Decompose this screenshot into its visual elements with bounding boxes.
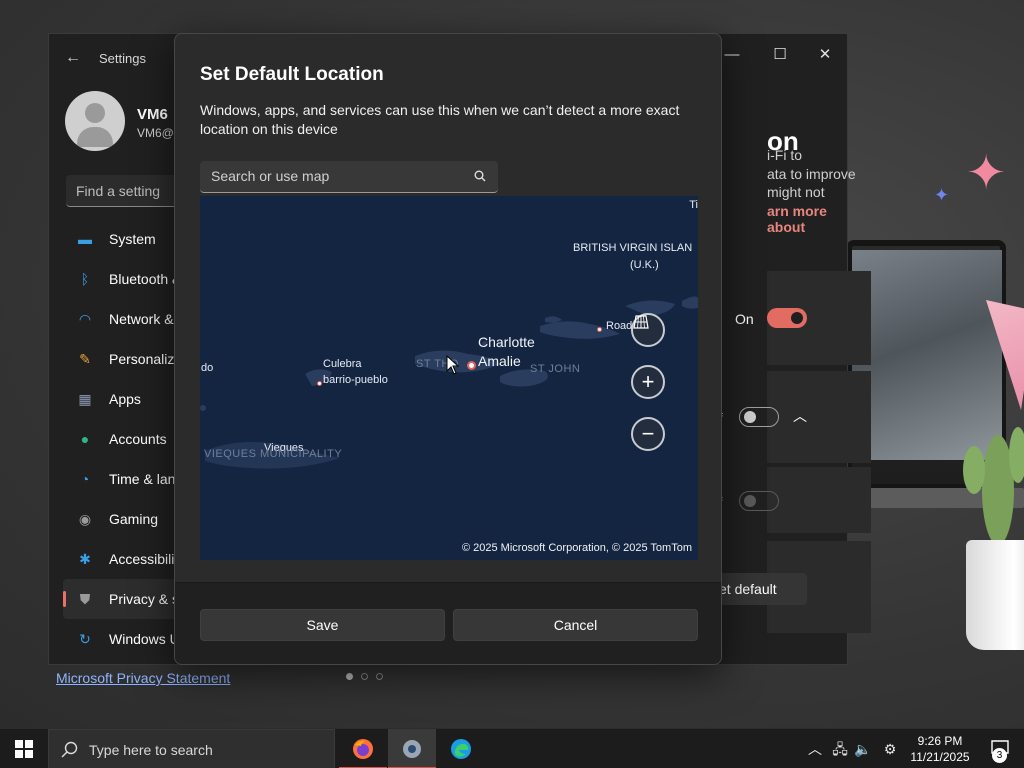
toggle-on-label: On: [735, 311, 754, 327]
road-town-pin: [597, 327, 602, 332]
globe-clock-icon: ◔: [80, 471, 90, 487]
firefox-icon: [353, 739, 373, 759]
wallpaper-pot: [966, 540, 1024, 650]
sparkle-icon: ✦: [966, 147, 1007, 200]
map-style-icon: [633, 315, 649, 329]
search-icon[interactable]: [474, 170, 486, 182]
taskbar-search-box[interactable]: Type here to search: [48, 729, 335, 768]
taskbar-clock[interactable]: 9:26 PM 11/21/2025: [900, 733, 980, 765]
settings-title: Settings: [99, 51, 146, 66]
sidebar-item-label: Network &: [109, 311, 174, 327]
avatar[interactable]: [65, 91, 125, 151]
description-line-2: ata to improve: [767, 166, 856, 182]
taskbar-search-placeholder: Type here to search: [89, 742, 213, 758]
back-arrow-icon[interactable]: ←: [63, 48, 83, 68]
sidebar-item-label: Time & lan: [109, 471, 176, 487]
desktop-apps-toggle: [739, 491, 779, 511]
location-pin: [467, 361, 476, 370]
map-label-uk: (U.K.): [630, 259, 659, 271]
map-label-amalie: Amalie: [478, 353, 521, 369]
description-line-1: i-Fi to: [767, 147, 802, 163]
map-label-st-john: ST JOHN: [530, 363, 581, 375]
map-label-vieques-municipality: VIEQUES MUNICIPALITY: [204, 448, 343, 460]
mouse-cursor-icon: [446, 355, 460, 375]
shield-icon: ⛊: [79, 590, 91, 607]
map-style-button[interactable]: [631, 313, 665, 347]
edge-icon: [451, 739, 471, 759]
map-search-box[interactable]: [200, 161, 498, 193]
learn-more-link[interactable]: arn more about: [767, 203, 847, 235]
sidebar-item-label: Bluetooth &: [109, 271, 182, 287]
privacy-statement-link[interactable]: Microsoft Privacy Statement: [56, 670, 230, 686]
sidebar-item-label: Apps: [109, 391, 141, 407]
taskbar: Type here to search ︿ 🖧 🔈 ⚙ 9:26 PM 11/2…: [0, 728, 1024, 768]
settings-taskbar-button[interactable]: [388, 729, 436, 768]
map-copyright: © 2025 Microsoft Corporation, © 2025 Tom…: [461, 542, 692, 554]
firefox-taskbar-button[interactable]: [339, 729, 387, 768]
map-label-barrio: barrio-pueblo: [323, 374, 388, 386]
dialog-footer: Save Cancel: [175, 582, 721, 664]
brush-icon: ✎: [79, 350, 91, 367]
zoom-in-button[interactable]: +: [631, 365, 665, 399]
sparkle-small-icon: ✦: [934, 185, 950, 205]
monitor-icon: ▬: [78, 231, 92, 247]
dialog-description: Windows, apps, and services can use this…: [200, 102, 680, 137]
edge-taskbar-button[interactable]: [437, 729, 485, 768]
map-label-road: Road: [606, 320, 633, 332]
map-label-bvi: BRITISH VIRGIN ISLAN: [573, 242, 693, 254]
location-services-toggle[interactable]: [767, 308, 807, 328]
chevron-up-icon[interactable]: ︿: [793, 406, 807, 426]
sidebar-item-label: System: [109, 231, 156, 247]
sidebar-item-label: Gaming: [109, 511, 159, 527]
map-label-do: do: [201, 362, 214, 374]
set-default-location-dialog: Set Default Location Windows, apps, and …: [174, 33, 722, 665]
close-button[interactable]: ✕: [802, 40, 848, 70]
apps-location-toggle[interactable]: [739, 407, 779, 427]
gamepad-icon: ◉: [78, 510, 92, 527]
start-button[interactable]: [0, 729, 48, 768]
apps-location-card: [767, 371, 871, 463]
chevron-up-icon[interactable]: ︿: [805, 739, 825, 759]
map-label-culebra: Culebra: [323, 358, 362, 370]
notification-count-badge: 3: [992, 748, 1007, 763]
sidebar-item-label: Accounts: [109, 431, 167, 447]
map-search-input[interactable]: [200, 161, 460, 191]
cancel-button[interactable]: Cancel: [453, 609, 698, 641]
search-icon: [61, 741, 78, 758]
clock-date: 11/21/2025: [910, 750, 970, 764]
settings-app-icon: [403, 740, 421, 758]
network-icon[interactable]: 🖧: [830, 739, 850, 759]
culebra-pin: [317, 381, 322, 386]
set-default-button[interactable]: et default: [709, 573, 807, 605]
save-button[interactable]: Save: [200, 609, 445, 641]
wifi-icon: ◠: [78, 310, 92, 327]
volume-muted-icon[interactable]: 🔈: [853, 739, 873, 759]
refresh-icon: ↻: [79, 630, 91, 647]
wallpaper-cactus: [963, 427, 1024, 545]
maximize-button[interactable]: ☐: [757, 40, 803, 70]
dialog-title: Set Default Location: [200, 64, 384, 85]
accessibility-icon: ✱: [79, 550, 91, 567]
gear-icon[interactable]: ⚙: [880, 739, 900, 759]
map-label-ti: Ti: [689, 199, 698, 211]
description-line-3: might not: [767, 184, 825, 200]
clock-time: 9:26 PM: [917, 734, 963, 748]
zoom-out-button[interactable]: −: [631, 417, 665, 451]
bluetooth-icon: ᛒ: [80, 271, 90, 287]
desktop-apps-card: [767, 467, 871, 533]
sidebar-item-label: Personaliza: [109, 351, 183, 367]
map-label-charlotte: Charlotte: [478, 334, 535, 350]
sidebar-item-label: Windows U: [109, 631, 180, 647]
map-view[interactable]: Ti BRITISH VIRGIN ISLAN (U.K.) Road Char…: [200, 196, 698, 560]
person-icon: ●: [80, 431, 90, 447]
sidebar-item-label: Accessibilit: [109, 551, 179, 567]
sidebar-item-label: Privacy & s: [109, 591, 180, 607]
profile-name: VM6: [137, 106, 168, 123]
page-indicator: [346, 673, 383, 680]
apps-icon: ▦: [78, 390, 92, 407]
windows-logo-icon: [15, 740, 33, 758]
